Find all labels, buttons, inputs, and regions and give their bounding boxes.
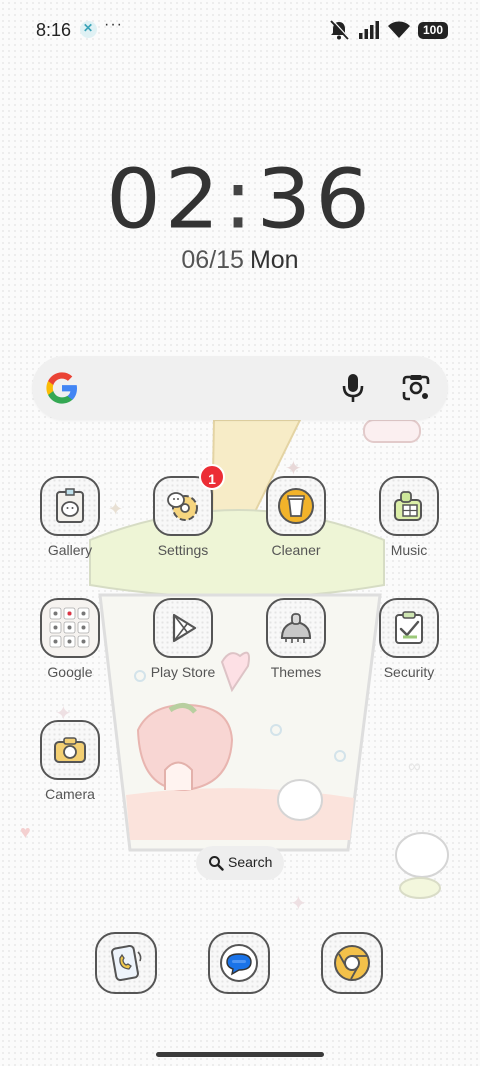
app-label: Themes [270,664,322,680]
clock-hours: 02 [106,152,224,248]
security-icon[interactable] [379,598,439,658]
gallery-icon[interactable] [40,476,100,536]
app-themes[interactable]: Themes [246,598,346,680]
themes-icon[interactable] [266,598,326,658]
app-play-store[interactable]: Play Store [133,598,233,680]
app-label: Music [390,542,428,558]
app-camera[interactable]: Camera [20,720,120,802]
search-icon [209,856,224,871]
status-bar: 8:16 ··· 100 [0,0,480,60]
search-label: Search [228,854,273,870]
battery-icon: 100 [417,21,448,39]
app-gallery[interactable]: Gallery [20,476,120,558]
app-search-button[interactable]: Search [196,846,284,880]
overflow-notifications: ··· [104,16,123,33]
clock-widget[interactable]: 02:36 [0,153,480,248]
dock-phone[interactable] [76,932,176,994]
app-settings[interactable]: 1 Settings [133,464,233,558]
cleaner-icon[interactable] [266,476,326,536]
app-label: Play Store [150,664,216,680]
dock-chrome[interactable] [302,932,402,994]
chrome-icon[interactable] [321,932,383,994]
app-label: Security [383,664,435,680]
app-label: Gallery [47,542,93,558]
weekday-text: Mon [249,246,299,274]
dock-messages[interactable] [189,932,289,994]
date-text: 06/15 [181,246,244,274]
svg-text:∞: ∞ [408,756,421,776]
notification-badge: 1 [199,464,225,490]
date-widget[interactable]: 06/15 Mon [0,246,480,275]
app-music[interactable]: Music [359,476,459,558]
signal-icon [358,21,379,39]
google-logo-icon[interactable] [44,370,80,406]
svg-text:✦: ✦ [290,893,307,915]
google-folder-icon[interactable] [40,598,100,658]
clock-minutes: 36 [256,152,374,248]
camera-icon[interactable] [40,720,100,780]
svg-text:♥: ♥ [20,822,31,842]
lens-icon[interactable] [400,372,432,404]
settings-icon[interactable]: 1 [153,464,225,536]
app-label: Cleaner [271,542,321,558]
mute-icon [330,20,350,40]
google-search-bar[interactable] [32,356,448,420]
app-cleaner[interactable]: Cleaner [246,476,346,558]
music-icon[interactable] [379,476,439,536]
wifi-icon [387,21,410,38]
mic-icon[interactable] [338,372,368,404]
clock-colon: : [223,152,257,248]
app-notification-icon [80,21,97,38]
app-label: Settings [157,542,209,558]
phone-icon[interactable] [95,932,157,994]
app-label: Camera [45,786,95,802]
status-time: 8:16 [36,20,72,40]
play-store-icon[interactable] [153,598,213,658]
app-folder-google[interactable]: Google [20,598,120,680]
app-security[interactable]: Security [359,598,459,680]
messages-icon[interactable] [208,932,270,994]
home-indicator[interactable] [156,1052,324,1057]
app-label: Google [47,664,93,680]
